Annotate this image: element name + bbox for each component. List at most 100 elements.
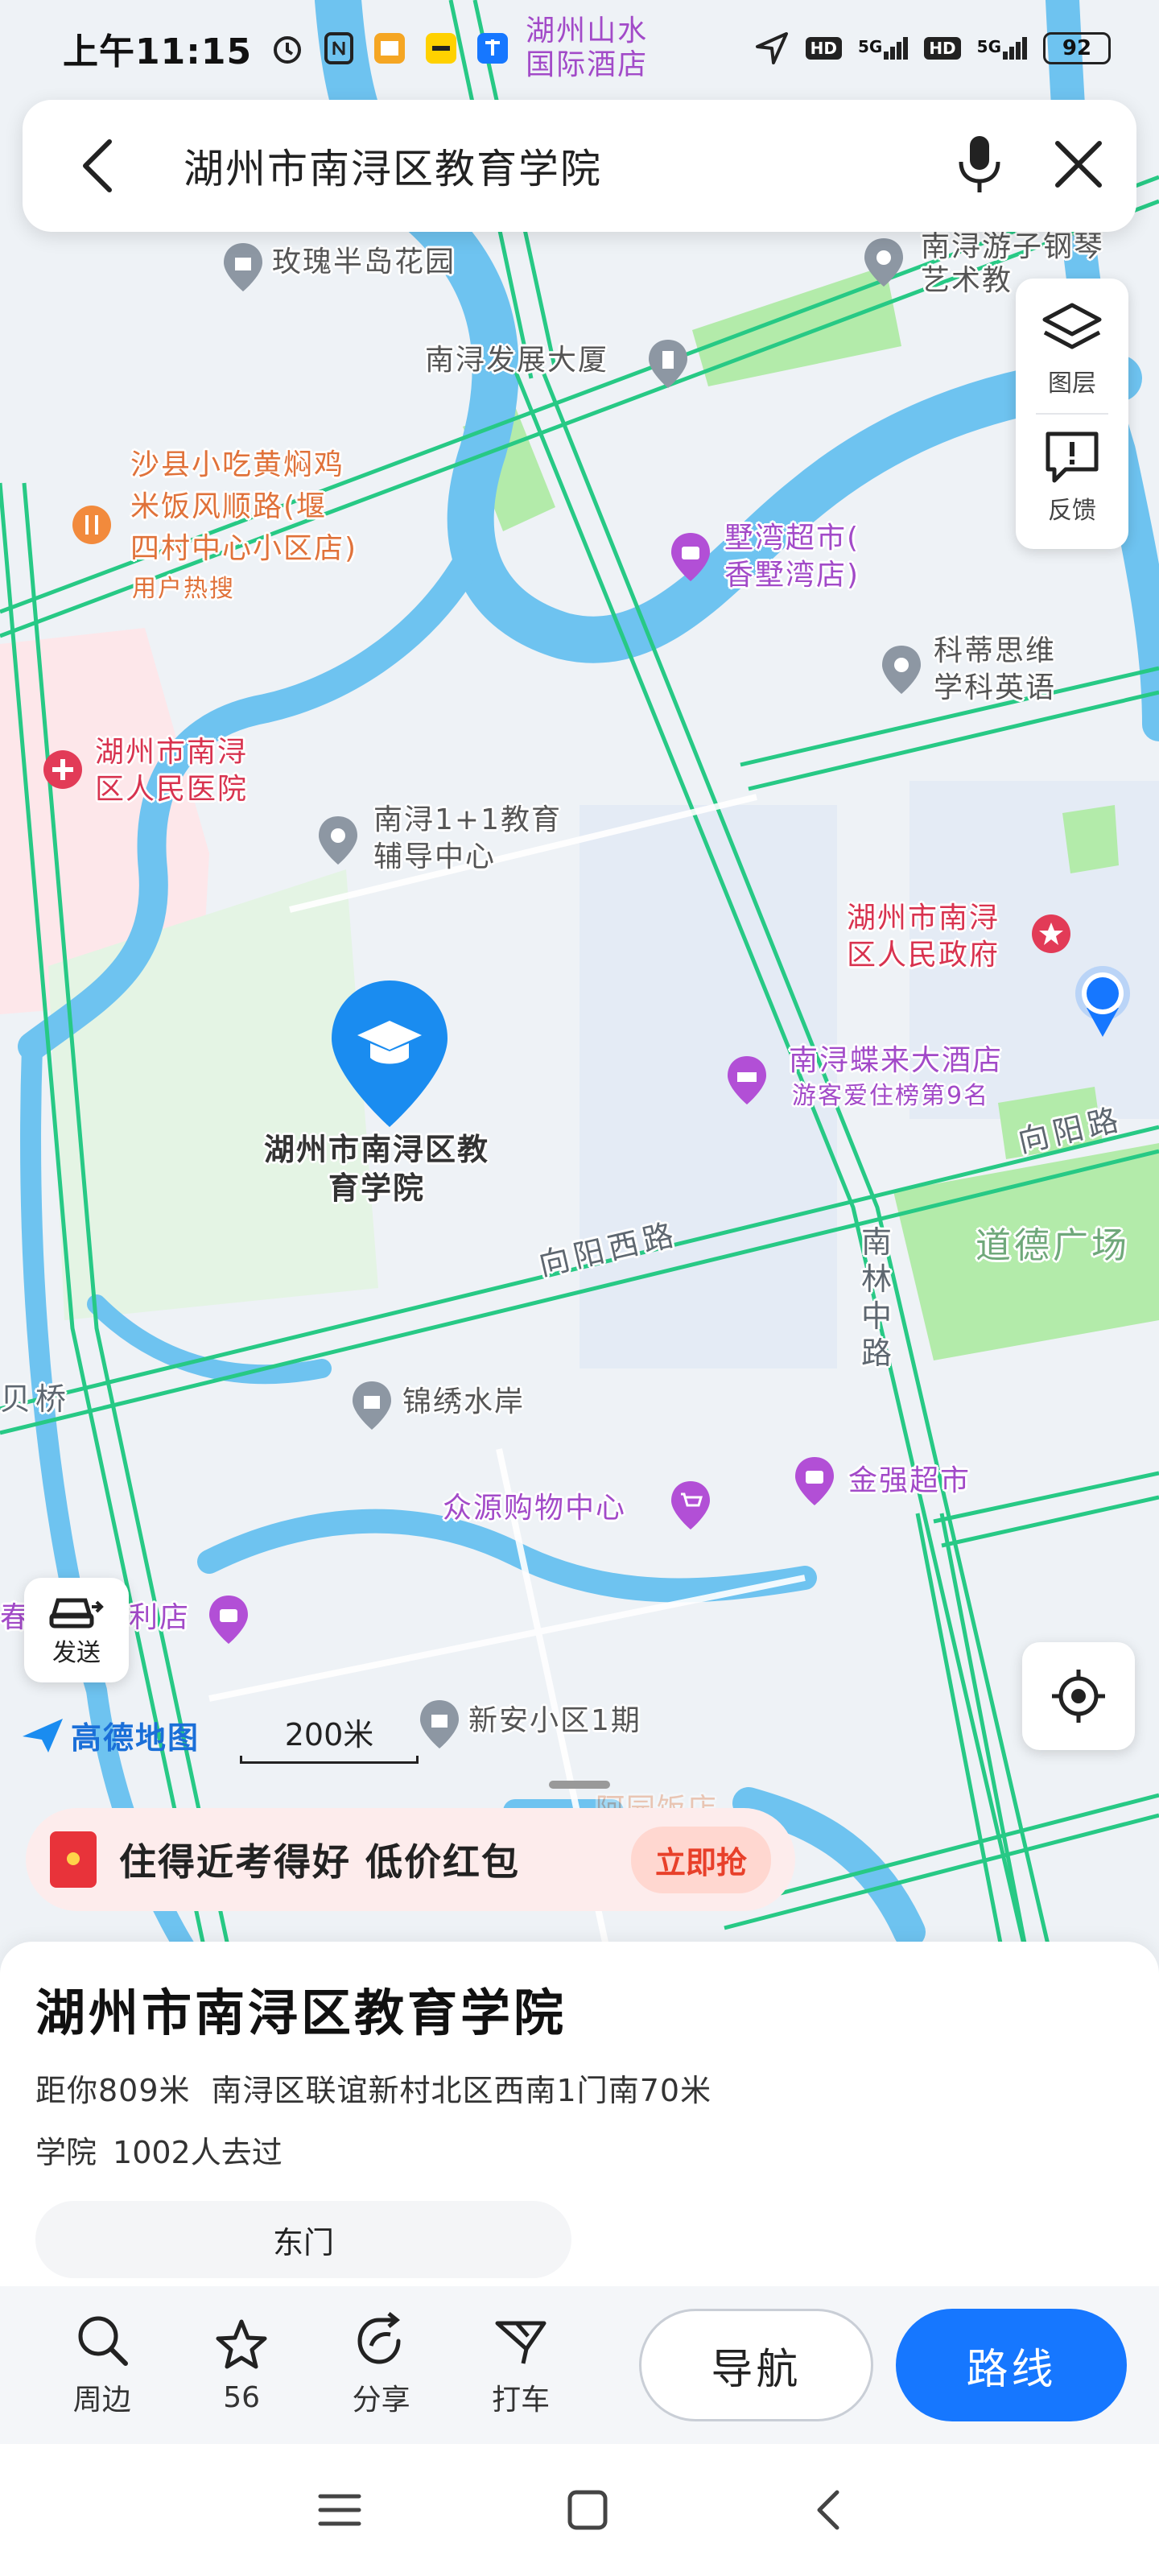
location-pin-icon[interactable] [317,815,359,866]
share-icon [357,2312,401,2364]
community-pin-icon[interactable] [419,1699,460,1750]
amap-logo-icon [23,1718,63,1752]
selected-school-pin-icon[interactable] [325,977,454,1130]
place-visits: 1002人去过 [113,2135,283,2170]
road-nanlin: 南 林 中 路 [861,1224,893,1371]
taxi-label: 打车 [492,2384,551,2417]
clear-search-button[interactable] [1053,138,1104,193]
place-detail-sheet[interactable]: 湖州市南浔区教育学院 距你809米 南浔区联谊新村北区西南1门南70米 学院 100… [0,1942,1159,2286]
feedback-label: 反馈 [1048,497,1096,525]
favorite-count: 56 [223,2380,261,2414]
place-distance: 距你809米 [35,2073,191,2108]
scale-label: 200米 [284,1717,374,1752]
nearby-label: 周边 [72,2384,131,2417]
promo-banner[interactable]: 住得近考得好 低价红包 立即抢 [26,1808,795,1911]
hotel-pin-icon[interactable] [726,1055,768,1106]
layers-button[interactable]: 图层 [1041,302,1103,398]
community-pin-icon[interactable] [222,242,264,293]
star-icon [216,2319,267,2368]
divider [1036,413,1108,415]
promo-text: 住得近考得好 低价红包 [119,1840,521,1884]
poi-bridge: 贝桥 [0,1381,72,1417]
map-view[interactable]: 玫瑰半岛花园 南浔游子钢琴 艺术教 南浔发展大厦 沙县小吃黄焖鸡 米饭风顺路(堰… [0,0,1159,1972]
poi-square[interactable]: 道德广场 [975,1228,1130,1264]
favorite-button[interactable]: 56 [171,2317,311,2414]
poi-xinan[interactable]: 新安小区1期 [468,1703,641,1739]
nfc-icon [323,31,355,66]
system-navigation-bar [0,2444,1159,2576]
feedback-icon [1046,431,1099,483]
layers-icon [1042,303,1102,349]
poi-shuwan-supermarket[interactable]: 墅湾超市( 香墅湾店) [724,520,860,594]
back-button[interactable] [79,134,127,198]
place-category: 学院 [35,2135,97,2170]
locate-me-button[interactable] [1022,1642,1135,1750]
selected-poi-label[interactable]: 湖州市南浔区教 育学院 [264,1130,489,1208]
red-envelope-icon [50,1831,97,1888]
location-pin-icon[interactable] [881,644,922,696]
amap-logo: 高德地图 [21,1713,200,1757]
back-arrow-icon [83,139,112,192]
hospital-pin-icon[interactable] [42,749,84,800]
poi-rose-garden[interactable]: 玫瑰半岛花园 [272,245,456,280]
back-icon[interactable] [811,2487,843,2533]
meituan-app-icon [424,31,458,65]
poi-shaxian-line3[interactable]: 四村中心小区店) [130,531,357,567]
poi-hospital[interactable]: 湖州市南浔 区人民医院 [95,734,248,808]
store-pin-icon[interactable] [208,1594,250,1645]
poi-hotel[interactable]: 南浔蝶来大酒店 [789,1043,1003,1079]
entrance-chip[interactable]: 东门 [35,2201,571,2278]
hd-badge-1: HD [805,37,842,60]
hotel-overlay-label[interactable]: 湖州山水 国际酒店 [526,14,648,82]
supermarket-pin-icon[interactable] [794,1455,835,1507]
share-button[interactable]: 分享 [311,2312,451,2418]
alarm-icon [270,31,305,66]
poi-jinxiu[interactable]: 锦绣水岸 [402,1385,525,1420]
menu-icon[interactable] [316,2490,364,2530]
search-query[interactable]: 湖州市南浔区教育学院 [184,137,602,195]
poi-shop-left-2[interactable]: 利店 [129,1600,190,1636]
close-icon [1055,141,1102,188]
route-button[interactable]: 路线 [895,2309,1127,2421]
building-pin-icon[interactable] [647,338,689,390]
poi-jinqiang[interactable]: 金强超市 [848,1463,971,1499]
send-to-car-button[interactable]: 发送 [24,1578,129,1682]
hd-badge-2: HD [924,37,961,60]
taxi-button[interactable]: 打车 [451,2312,590,2418]
poi-shaxian-line2[interactable]: 米饭风顺路(堰 [130,489,327,525]
signal-icon: 5G [858,37,909,60]
home-icon[interactable] [565,2487,610,2533]
taxi-icon [495,2321,547,2364]
grab-coupon-button[interactable]: 立即抢 [630,1826,771,1893]
place-location-info: 距你809米 南浔区联谊新村北区西南1门南70米 [35,2066,1124,2110]
poi-tutoring-center[interactable]: 南浔1+1教育 辅导中心 [373,802,562,876]
sheet-drag-handle[interactable] [549,1781,610,1789]
battery-indicator: 92 [1043,32,1111,64]
poi-shaxian-line1[interactable]: 沙县小吃黄焖鸡 [130,448,344,483]
community-pin-icon[interactable] [351,1380,393,1431]
poi-dev-building[interactable]: 南浔发展大厦 [425,343,608,378]
restaurant-pin-icon[interactable] [71,504,113,555]
status-right-group: HD 5G HD 5G 92 [754,31,1111,66]
poi-government[interactable]: 湖州市南浔 区人民政府 [847,900,1000,974]
search-bar[interactable]: 湖州市南浔区教育学院 [23,100,1136,232]
nearby-button[interactable]: 周边 [32,2312,171,2418]
search-icon [78,2316,128,2366]
poi-keti-english[interactable]: 科蒂思维 学科英语 [934,633,1056,707]
poi-zhongyuan[interactable]: 众源购物中心 [443,1491,626,1526]
government-star-icon[interactable] [1030,913,1072,964]
navigate-button[interactable]: 导航 [638,2309,873,2421]
feedback-button[interactable]: 反馈 [1041,429,1103,526]
supermarket-pin-icon[interactable] [670,531,711,583]
place-address: 南浔区联谊新村北区西南1门南70米 [211,2073,712,2108]
shopping-cart-pin-icon[interactable] [670,1480,711,1531]
signal-icon: 5G [977,37,1027,60]
status-time: 上午11:15 [63,31,253,72]
layers-label: 图层 [1048,369,1096,398]
location-pin-icon[interactable] [863,237,905,288]
scale-bar: 200米 [240,1710,419,1764]
voice-search-button[interactable] [955,133,1004,199]
car-send-icon [49,1598,104,1629]
action-bar: 周边 56 分享 打车 导航 路线 [0,2286,1159,2444]
location-arrow-icon [755,32,788,64]
